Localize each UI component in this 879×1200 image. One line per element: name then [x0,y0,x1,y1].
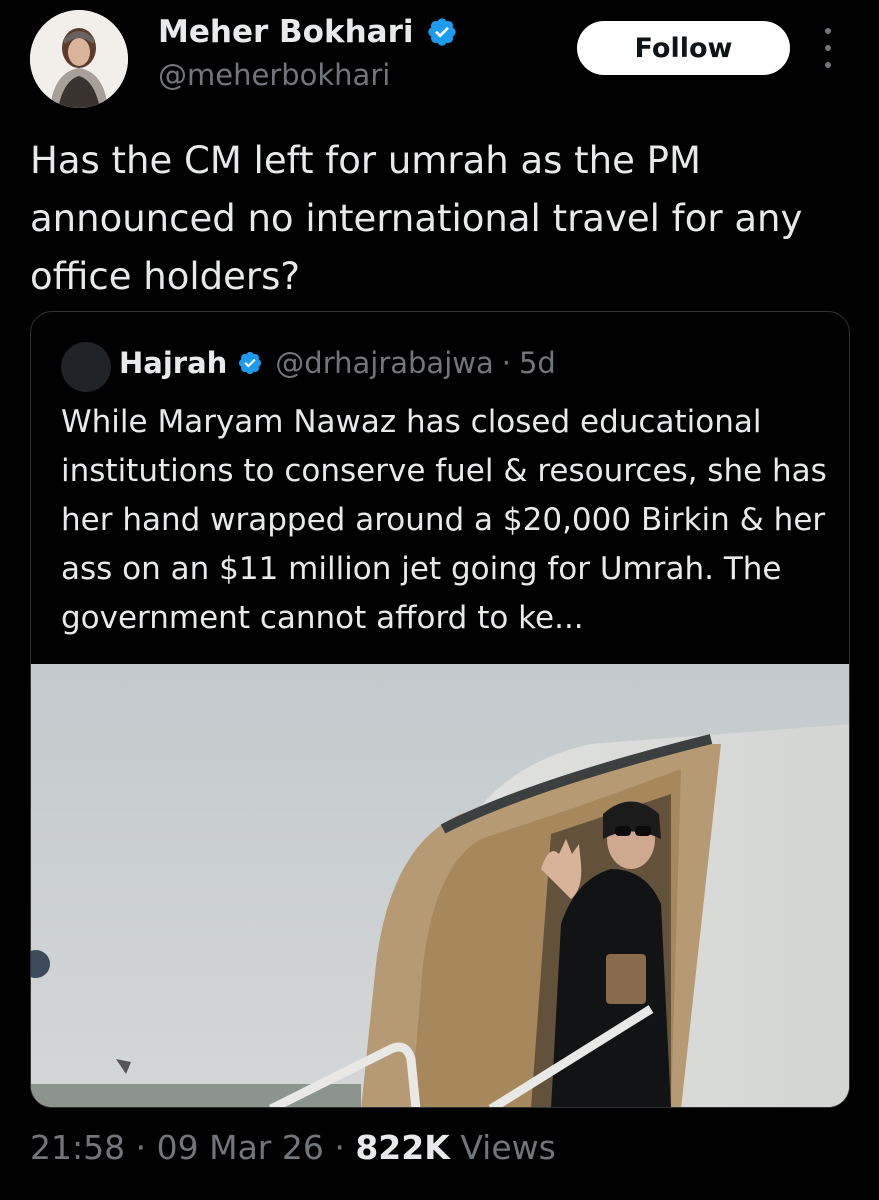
verified-badge-icon [427,18,456,46]
more-dot [825,28,831,34]
quoted-tweet[interactable]: Hajrah @drhajrabajwa · 5d While Maryam N… [30,311,850,1108]
verified-badge-icon [239,351,262,375]
quote-age[interactable]: 5d [519,346,556,380]
quote-text: While Maryam Nawaz has closed educationa… [61,404,827,636]
tweet-date[interactable]: 09 Mar 26 [157,1128,324,1167]
quote-header: Hajrah @drhajrabajwa · 5d [119,346,556,380]
author-handle[interactable]: @meherbokhari [158,58,390,92]
author-avatar[interactable] [30,10,128,108]
avatar-photo [30,10,128,108]
meta-separator: · [135,1128,147,1167]
quote-avatar[interactable] [61,342,111,392]
author-name[interactable]: Meher Bokhari [158,14,414,50]
quote-separator: · [501,346,511,380]
meta-separator: · [334,1128,345,1167]
views-label[interactable]: Views [460,1128,556,1167]
quote-avatar-image [61,342,111,392]
quote-author-handle[interactable]: @drhajrabajwa [275,346,493,380]
tweet-text: Has the CM left for umrah as the PM anno… [30,139,803,298]
quote-media-photo[interactable] [31,664,849,1107]
more-dot [825,62,831,68]
author-name-row[interactable]: Meher Bokhari [158,14,458,50]
tweet-meta: 21:58 · 09 Mar 26 · 822K Views [30,1128,556,1167]
more-dot [825,45,831,51]
quote-author-name[interactable]: Hajrah [119,346,227,380]
tweet-time[interactable]: 21:58 [30,1128,125,1167]
jet-door-photo [31,664,849,1107]
follow-button[interactable]: Follow [577,21,790,75]
views-count[interactable]: 822K [355,1128,449,1167]
more-options-icon[interactable] [815,28,841,68]
